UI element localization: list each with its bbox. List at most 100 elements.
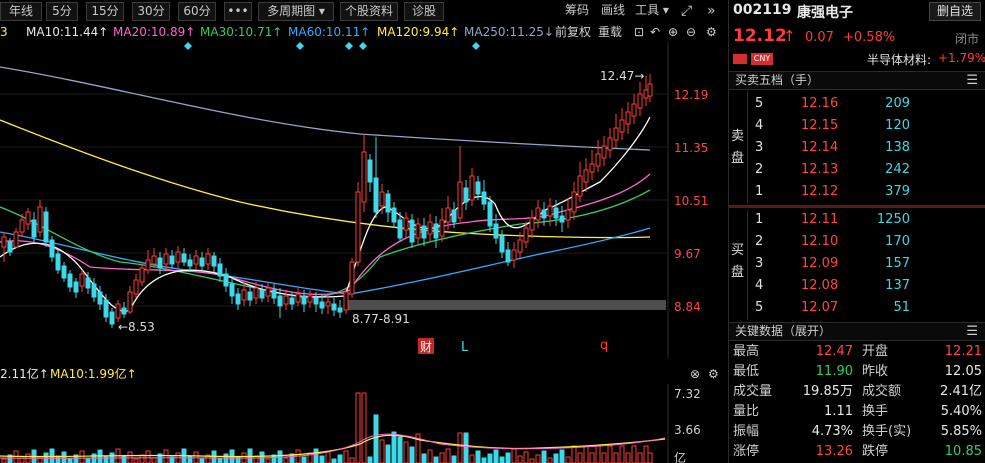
candlestick-chart[interactable]: 12.47→ ←8.53 8.77-8.91 财 L q 12.19 11.35… bbox=[0, 42, 728, 358]
chip-distribution-button[interactable]: 筹码 bbox=[562, 2, 592, 21]
bid-row[interactable]: 4 12.08 137 bbox=[729, 275, 985, 297]
candle-body bbox=[79, 273, 85, 287]
key-value: 19.85万 bbox=[802, 384, 853, 399]
zoom-out-icon[interactable]: ⊖ bbox=[686, 23, 696, 42]
candle-body bbox=[307, 295, 313, 303]
volume-bar bbox=[517, 455, 523, 463]
candle-body bbox=[595, 153, 601, 167]
candle-body bbox=[493, 223, 499, 239]
candle-body bbox=[463, 187, 469, 203]
volume-bar bbox=[397, 436, 403, 463]
volume-bar bbox=[283, 457, 289, 463]
price-tick: 9.67 bbox=[674, 247, 701, 261]
candle-body bbox=[637, 93, 643, 109]
key-data-row: 涨停 13.26 跌停 10.85 bbox=[729, 442, 985, 462]
key-label: 振幅 bbox=[733, 424, 760, 439]
period-15min-button[interactable]: 15分 bbox=[86, 2, 124, 21]
bid-row[interactable]: 1 12.11 1250 bbox=[729, 209, 985, 231]
bid-row[interactable]: 2 12.10 170 bbox=[729, 231, 985, 253]
ask-row[interactable]: 1 12.12 379 bbox=[729, 181, 985, 203]
lock-icon[interactable]: ⊡ bbox=[634, 23, 644, 42]
stock-profile-button[interactable]: 个股资料 bbox=[340, 2, 398, 21]
volume-bar bbox=[19, 457, 25, 463]
volume-tick: 7.32 bbox=[674, 387, 701, 401]
key-value: 10.85 bbox=[944, 444, 982, 459]
sector-name[interactable]: 半导体材料: bbox=[867, 51, 931, 68]
volume-chart[interactable]: 7.32 3.66 亿 bbox=[0, 384, 728, 463]
volume-bar bbox=[217, 457, 223, 463]
diagnose-button[interactable]: 诊股 bbox=[404, 2, 444, 21]
key-label: 换手 bbox=[862, 404, 889, 419]
candle-body bbox=[187, 259, 193, 267]
reload-button[interactable]: 重载 bbox=[598, 23, 622, 42]
candle-body bbox=[349, 261, 355, 295]
menu-icon[interactable]: ☰ bbox=[966, 72, 978, 89]
candle-body bbox=[571, 191, 577, 213]
candle-body bbox=[229, 283, 235, 297]
candle-body bbox=[541, 209, 547, 219]
period-30min-button[interactable]: 30分 bbox=[132, 2, 170, 21]
volume-bar bbox=[1, 458, 7, 463]
remove-watchlist-button[interactable]: 删自选 bbox=[929, 2, 981, 21]
more-periods-button[interactable]: ••• bbox=[224, 2, 252, 21]
volume-tick: 亿 bbox=[674, 450, 686, 463]
drawing-button[interactable]: 画线 bbox=[598, 2, 628, 21]
candle-body bbox=[505, 249, 511, 263]
l-marker[interactable]: L bbox=[461, 340, 469, 355]
finance-marker[interactable]: 财 bbox=[420, 340, 432, 354]
candle-body bbox=[331, 303, 337, 311]
bid-price: 12.09 bbox=[801, 256, 839, 271]
ask-row[interactable]: 5 12.16 209 bbox=[729, 93, 985, 115]
candle-body bbox=[517, 239, 523, 253]
candle-body bbox=[565, 209, 571, 221]
zoom-in-icon[interactable]: ⊕ bbox=[668, 23, 678, 42]
period-60min-button[interactable]: 60分 bbox=[178, 2, 216, 21]
volume-bar bbox=[493, 449, 499, 463]
volume-settings-icon[interactable]: ⚙ bbox=[708, 364, 719, 384]
candle-body bbox=[481, 191, 487, 205]
up-arrow-icon: ↑ bbox=[783, 27, 796, 45]
key-label: 最低 bbox=[733, 364, 760, 379]
multi-period-dropdown[interactable]: 多周期图 ▾ bbox=[258, 2, 334, 21]
volume-value: 2.11亿↑ bbox=[0, 367, 49, 381]
candle-body bbox=[127, 291, 133, 313]
settings-icon[interactable]: ⚙ bbox=[706, 23, 717, 42]
tools-dropdown[interactable]: 工具 ▾ bbox=[632, 2, 672, 21]
candle-body bbox=[643, 89, 649, 99]
expand-icon[interactable]: ⤢ bbox=[681, 2, 692, 20]
bid-row[interactable]: 5 12.07 51 bbox=[729, 297, 985, 319]
ma60-line bbox=[0, 227, 651, 295]
double-chevron-right-icon[interactable]: » bbox=[707, 2, 716, 20]
bid-row[interactable]: 3 12.09 157 bbox=[729, 253, 985, 275]
currency-badge: CNY bbox=[751, 53, 773, 65]
key-data-row: 最低 11.90 昨收 12.05 bbox=[729, 362, 985, 382]
candle-body bbox=[193, 255, 199, 265]
candle-body bbox=[109, 311, 115, 325]
q-marker[interactable]: q bbox=[600, 338, 608, 353]
key-data-header[interactable]: 关键数据（展开） ☰ bbox=[729, 322, 985, 341]
undo-icon[interactable]: ↶ bbox=[650, 23, 660, 42]
candle-body bbox=[367, 159, 373, 183]
ma60-label: MA60:10.11↑ bbox=[288, 25, 371, 39]
volume-bar bbox=[553, 453, 559, 463]
period-5min-button[interactable]: 5分 bbox=[46, 2, 78, 21]
ma120-label: MA120:9.94↑ bbox=[377, 25, 460, 39]
ask-row[interactable]: 3 12.14 138 bbox=[729, 137, 985, 159]
adjust-forward-button[interactable]: 前复权 bbox=[555, 23, 591, 42]
bid-volume: 51 bbox=[893, 300, 910, 315]
ask-row[interactable]: 2 12.13 242 bbox=[729, 159, 985, 181]
candle-body bbox=[151, 255, 157, 265]
candle-body bbox=[211, 255, 217, 267]
candle-body bbox=[361, 151, 367, 203]
event-markers[interactable] bbox=[184, 42, 480, 50]
ask-row[interactable]: 4 12.15 120 bbox=[729, 115, 985, 137]
period-year-button[interactable]: 年线 bbox=[0, 2, 42, 21]
level: 4 bbox=[755, 118, 764, 133]
orderbook-header[interactable]: 买卖五档（手） ☰ bbox=[729, 71, 985, 90]
candle-body bbox=[319, 301, 325, 309]
volume-bar bbox=[145, 450, 151, 463]
candle-body bbox=[457, 181, 463, 219]
key-value: 5.40% bbox=[940, 404, 982, 419]
close-panel-icon[interactable]: ⊗ bbox=[690, 364, 700, 384]
menu-icon[interactable]: ☰ bbox=[966, 323, 978, 340]
